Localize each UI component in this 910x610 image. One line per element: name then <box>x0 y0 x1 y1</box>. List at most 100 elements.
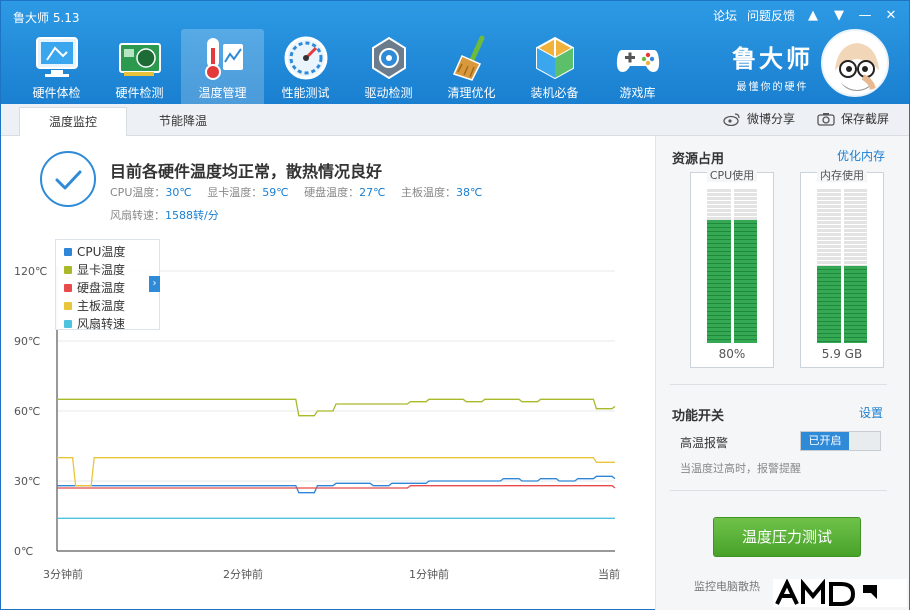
resources-title: 资源占用 <box>672 152 725 167</box>
gamepad-icon <box>616 50 660 72</box>
legend-swatch <box>64 248 72 256</box>
app-window: 鲁大师 5.13 论坛 问题反馈 ▲ ▼ — ✕ 硬件体检 硬件检测 温度管理 性能测… <box>0 0 910 610</box>
memory-usage-label: 内存使用 <box>817 169 867 182</box>
feedback-link[interactable]: 问题反馈 <box>747 7 795 24</box>
sub-toolbar: 温度监控 节能降温 微博分享 保存截屏 <box>1 104 909 136</box>
board-temp-label: 主板温度： <box>400 186 456 199</box>
nav-item-thermometer[interactable]: 温度管理 <box>181 29 264 104</box>
divider <box>670 384 887 385</box>
legend-swatch <box>64 302 72 310</box>
x-tick-label: 1分钟前 <box>409 567 449 581</box>
legend-label: 显卡温度 <box>77 263 126 277</box>
nav-label: 驱动检测 <box>364 86 413 100</box>
close-button[interactable]: ✕ <box>883 8 899 23</box>
functions-title: 功能开关 <box>672 409 725 424</box>
brand-slogan: 最懂你的硬件 <box>736 82 809 93</box>
mascot-icon <box>823 31 887 95</box>
save-screenshot-label: 保存截屏 <box>840 112 889 126</box>
stress-test-button[interactable]: 温度压力测试 <box>713 517 861 557</box>
legend-label: 主板温度 <box>77 299 126 313</box>
nav-item-speedometer[interactable]: 性能测试 <box>264 29 347 104</box>
legend-item[interactable]: 显卡温度 <box>64 261 125 279</box>
fan-reading: 风扇转速：1588转/分 <box>110 207 219 223</box>
divider <box>670 490 887 491</box>
high-temp-alarm-toggle[interactable]: 已开启 <box>800 431 881 451</box>
weibo-share-button[interactable]: 微博分享 <box>723 110 795 127</box>
mascot-avatar[interactable] <box>821 29 889 97</box>
subbar-actions: 微博分享 保存截屏 <box>723 110 889 127</box>
cpu-usage-label: CPU使用 <box>706 169 758 182</box>
nav-item-gear-box[interactable]: 驱动检测 <box>347 29 430 104</box>
x-tick-label: 当前 <box>598 567 620 581</box>
gpu-temp-value: 59℃ <box>262 186 289 199</box>
brand: 鲁大师 最懂你的硬件 <box>732 39 813 93</box>
y-tick-label: 120℃ <box>14 265 47 278</box>
fan-speed-value: 1588转/分 <box>165 209 219 222</box>
legend-item[interactable]: 硬盘温度 <box>64 279 125 297</box>
cpu-temp-label: CPU温度： <box>110 186 166 199</box>
legend-item[interactable]: 风扇转速 <box>64 315 125 333</box>
legend-label: CPU温度 <box>77 245 126 259</box>
legend-item[interactable]: 主板温度 <box>64 297 125 315</box>
forum-link[interactable]: 论坛 <box>713 7 737 24</box>
memory-usage-value: 5.9 GB <box>821 347 863 361</box>
cpu-usage-bars <box>707 189 757 343</box>
legend-swatch <box>64 284 72 292</box>
nav-item-monitor[interactable]: 硬件体检 <box>15 29 98 104</box>
nav-item-broom[interactable]: 清理优化 <box>430 29 513 104</box>
series-line <box>57 398 616 417</box>
menu-icon[interactable]: ▼ <box>831 8 847 23</box>
legend-collapse-button[interactable]: › <box>149 276 160 292</box>
nav-item-gamepad[interactable]: 游戏库 <box>596 29 679 104</box>
skin-icon[interactable]: ▲ <box>805 8 821 23</box>
fan-speed-label: 风扇转速： <box>110 209 165 222</box>
nav-label: 硬件检测 <box>115 86 164 100</box>
tab-energy-saving[interactable]: 节能降温 <box>129 107 237 136</box>
nav-item-cube[interactable]: 装机必备 <box>513 29 596 104</box>
broom-icon <box>452 35 485 81</box>
disk-temp-value: 27℃ <box>359 186 386 199</box>
settings-link[interactable]: 设置 <box>859 404 883 421</box>
legend-label: 硬盘温度 <box>77 281 126 295</box>
tab-temperature-monitor[interactable]: 温度监控 <box>19 107 127 136</box>
weibo-icon <box>723 112 740 126</box>
ok-check-icon <box>40 151 96 207</box>
optimize-memory-link[interactable]: 优化内存 <box>837 147 885 164</box>
alarm-description: 当温度过高时，报警提醒 <box>680 462 801 475</box>
cpu-usage-meter: CPU使用 80% <box>690 169 774 368</box>
disk-temp-label: 硬盘温度： <box>304 186 360 199</box>
high-temp-alarm-label: 高温报警 <box>680 436 729 450</box>
cpu-usage-value: 80% <box>718 347 746 361</box>
nav-label: 清理优化 <box>447 86 496 100</box>
app-title: 鲁大师 5.13 <box>13 11 80 25</box>
y-tick-label: 60℃ <box>14 405 40 418</box>
minimize-button[interactable]: — <box>857 8 873 23</box>
gear-box-icon <box>372 36 406 80</box>
nav-label: 装机必备 <box>530 86 579 100</box>
nav-label: 游戏库 <box>619 86 656 100</box>
memory-usage-meter: 内存使用 5.9 GB <box>800 169 884 368</box>
temperature-panel: 目前各硬件温度均正常，散热情况良好 CPU温度： 30℃ 显卡温度：59℃ 硬盘温… <box>2 136 654 610</box>
side-panel: 资源占用 优化内存 CPU使用 80% 内存使用 5.9 GB 功能开关 设置 … <box>655 136 909 610</box>
y-tick-label: 30℃ <box>14 475 40 488</box>
memory-usage-bars <box>817 189 867 343</box>
series-line <box>57 475 616 494</box>
nav-label: 性能测试 <box>281 86 330 100</box>
gpu-temp-label: 显卡温度： <box>207 186 263 199</box>
x-tick-label: 2分钟前 <box>223 567 263 581</box>
nav-label: 硬件体检 <box>32 86 81 100</box>
legend-item[interactable]: CPU温度 <box>64 243 125 261</box>
speedometer-icon <box>284 36 328 80</box>
main-nav: 硬件体检 硬件检测 温度管理 性能测试 驱动检测 清理优化 装机必备 游戏库 <box>15 29 679 104</box>
window-links: 论坛 问题反馈 ▲ ▼ — ✕ <box>713 7 899 24</box>
nav-item-graphics-card[interactable]: 硬件检测 <box>98 29 181 104</box>
save-screenshot-button[interactable]: 保存截屏 <box>817 110 889 127</box>
nav-label: 温度管理 <box>198 86 247 100</box>
graphics-card-icon <box>119 43 161 76</box>
status-title: 目前各硬件温度均正常，散热情况良好 <box>110 162 383 181</box>
toggle-state: 已开启 <box>801 432 849 450</box>
monitor-text: 监控电脑散热 <box>694 580 760 593</box>
title-bar: 鲁大师 5.13 论坛 问题反馈 ▲ ▼ — ✕ 硬件体检 硬件检测 温度管理 性能测… <box>1 1 909 104</box>
legend-label: 风扇转速 <box>77 317 126 331</box>
monitor-icon <box>36 37 78 77</box>
